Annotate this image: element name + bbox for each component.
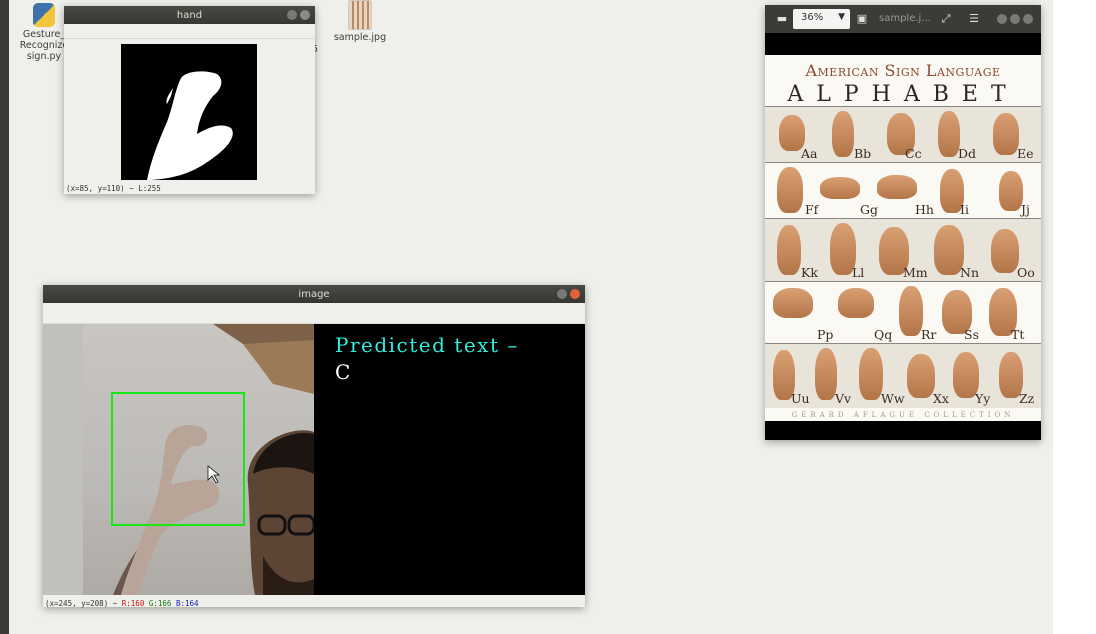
status-green: G:166 [148, 599, 172, 608]
desktop-icon-sample-jpg[interactable]: sample.jpg [330, 0, 390, 43]
letter-label: Nn [960, 265, 979, 280]
letter-label: Jj [1021, 202, 1030, 217]
hand-sign-image [907, 354, 935, 398]
hand-window-titlebar[interactable]: hand [64, 6, 315, 24]
letter-label: Yy [975, 391, 991, 406]
letter-label: Ee [1017, 146, 1034, 161]
poster-row-3: Kk Ll Mm Nn Oo [765, 218, 1041, 282]
hand-sign-image [899, 286, 923, 336]
screen-edge [1053, 0, 1096, 634]
hand-sign-image [877, 175, 917, 199]
window-title: hand [176, 9, 203, 21]
letter-label: Zz [1019, 391, 1035, 406]
close-icon[interactable] [1023, 14, 1033, 24]
letter-label: Dd [958, 146, 977, 161]
letter-label: Uu [791, 391, 810, 406]
prediction-panel: Predicted text – C [314, 324, 585, 595]
poster-footer: GERARD AFLAGUE COLLECTION [791, 411, 1015, 419]
left-panel-edge [0, 0, 9, 634]
maximize-icon[interactable] [1010, 14, 1020, 24]
hand-sign-image [773, 288, 813, 318]
hand-sign-image [777, 225, 801, 275]
asl-alphabet-poster[interactable]: American Sign Language ALPHABET Aa Bb Cc… [765, 55, 1041, 421]
poster-row-4: Pp Qq Rr Ss Tt [765, 281, 1041, 344]
viewer-title: sample.j... [879, 13, 931, 24]
poster-title: American Sign Language [805, 61, 1001, 80]
letter-label: Ii [960, 202, 969, 217]
hand-mask-image[interactable] [121, 44, 257, 180]
webcam-frame[interactable] [43, 324, 314, 595]
letter-label: Vv [835, 391, 852, 406]
predicted-text-label: Predicted text – [335, 333, 519, 357]
status-position: (x=245, y=208) ~ [45, 599, 118, 608]
image-window: image Predicted text – C (x=245, y=208) … [43, 285, 585, 608]
desktop: Gesture_ Recognize sign.py sample.jpg 5 … [10, 0, 1053, 634]
minimize-icon[interactable] [997, 14, 1007, 24]
icon-label-line: sample.jpg [333, 32, 387, 43]
image-viewer-window: ▬ 36% ▼ ▣ sample.j... ⤢ ☰ American Sign … [765, 5, 1041, 440]
hand-window: hand (x=85, y=110) ~ L:255 [64, 6, 315, 194]
hand-sign-image [838, 288, 874, 318]
minimize-icon[interactable] [557, 289, 567, 299]
image-window-toolbar [43, 303, 585, 324]
fullscreen-icon[interactable]: ⤢ [939, 12, 953, 26]
status-red: R:160 [121, 599, 145, 608]
zoom-value: 36% [801, 12, 824, 23]
status-blue: B:164 [175, 599, 199, 608]
hand-window-status: (x=85, y=110) ~ L:255 [66, 184, 161, 193]
zoom-select[interactable]: 36% ▼ [793, 9, 850, 29]
letter-label: Aa [801, 146, 818, 161]
menu-icon[interactable]: ☰ [967, 12, 981, 26]
letter-label: Cc [905, 146, 922, 161]
hand-window-toolbar [64, 24, 315, 39]
hand-mask-shape [147, 71, 233, 180]
hand-sign-image [820, 177, 860, 199]
hand-sign-image [777, 167, 803, 213]
hand-sign-image [859, 348, 883, 400]
letter-label: Tt [1011, 327, 1025, 342]
hand-sign-image [993, 113, 1019, 155]
image-file-icon [348, 0, 372, 30]
letter-label: Bb [854, 146, 872, 161]
poster-row-1: Aa Bb Cc Dd Ee [765, 106, 1041, 163]
letter-label: Xx [933, 391, 949, 406]
letter-label: Oo [1017, 265, 1035, 280]
close-icon[interactable] [300, 10, 310, 20]
hand-sign-image [815, 348, 837, 400]
python-file-icon [33, 3, 55, 27]
letter-label: Mm [903, 265, 928, 280]
close-icon[interactable] [570, 289, 580, 299]
poster-row-5: Uu Vv Ww Xx Yy Zz [765, 343, 1041, 408]
letter-label: Ww [881, 391, 905, 406]
letter-label: Kk [801, 265, 818, 280]
poster-row-2: Ff Gg Hh Ii Jj [765, 162, 1041, 219]
letter-label: Ll [852, 265, 865, 280]
predicted-letter: C [335, 360, 351, 384]
minimize-icon[interactable] [287, 10, 297, 20]
zoom-out-icon[interactable]: ▬ [775, 12, 789, 26]
poster-subtitle: ALPHABET [787, 82, 1019, 107]
hand-sign-image [832, 111, 854, 157]
letter-label: Ff [805, 202, 819, 217]
viewer-headerbar[interactable]: ▬ 36% ▼ ▣ sample.j... ⤢ ☰ [765, 5, 1041, 33]
image-window-titlebar[interactable]: image [43, 285, 585, 303]
letter-label: Ss [964, 327, 979, 342]
image-window-status: (x=245, y=208) ~ R:160 G:166 B:164 [45, 599, 199, 608]
zoom-in-icon[interactable]: ▣ [855, 12, 869, 26]
hand-sign-image [938, 111, 960, 157]
hand-bounding-box [111, 392, 245, 526]
hand-sign-image [999, 171, 1023, 211]
chevron-down-icon: ▼ [838, 12, 845, 22]
window-title: image [298, 288, 330, 300]
hand-sign-image [991, 229, 1019, 273]
